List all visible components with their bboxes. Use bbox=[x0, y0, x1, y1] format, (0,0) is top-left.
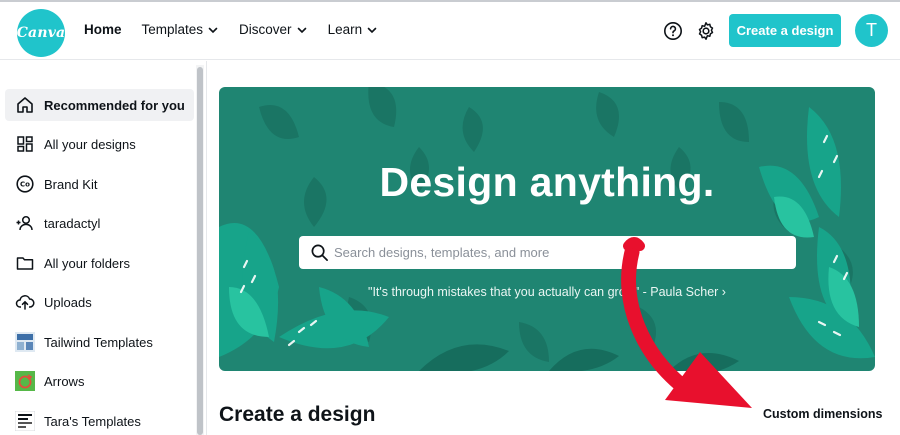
canva-logo[interactable]: Canva bbox=[17, 9, 65, 57]
nav-learn-label: Learn bbox=[327, 22, 363, 37]
nav-templates-label: Templates bbox=[141, 22, 204, 37]
nav-discover[interactable]: Discover bbox=[239, 22, 308, 37]
hero-quote-link[interactable]: "It's through mistakes that you actually… bbox=[219, 285, 875, 299]
logo-text: Canva bbox=[16, 25, 66, 41]
search-icon bbox=[311, 244, 328, 261]
sidebar-item-all-designs[interactable]: All your designs bbox=[5, 128, 194, 160]
templates-thumbnail bbox=[15, 411, 35, 431]
leaf-pattern-background bbox=[219, 87, 875, 371]
svg-text:Co: Co bbox=[20, 181, 30, 189]
chevron-down-icon bbox=[208, 27, 218, 33]
home-icon bbox=[17, 97, 33, 113]
folder-icon bbox=[16, 257, 34, 270]
sidebar-item-label: Recommended for you bbox=[44, 97, 185, 113]
sidebar-item-tailwind-templates[interactable]: Tailwind Templates bbox=[5, 326, 194, 358]
sidebar-item-label: Brand Kit bbox=[44, 176, 98, 192]
grid-icon bbox=[17, 136, 33, 152]
sidebar-item-uploads[interactable]: Uploads bbox=[5, 286, 194, 318]
sidebar-item-label: Tailwind Templates bbox=[44, 334, 153, 350]
sidebar-item-label: All your designs bbox=[44, 136, 136, 152]
tailwind-thumbnail bbox=[15, 332, 35, 352]
sidebar-item-recommended[interactable]: Recommended for you bbox=[5, 89, 194, 121]
brand-kit-icon: Co bbox=[16, 175, 34, 193]
hero-title: Design anything. bbox=[379, 159, 715, 205]
chevron-down-icon bbox=[297, 27, 306, 33]
hero-banner: Design anything. "It's through mistakes … bbox=[219, 87, 875, 371]
create-design-button[interactable]: Create a design bbox=[729, 14, 841, 47]
sidebar-scrollbar-thumb[interactable] bbox=[197, 67, 203, 435]
sidebar: Recommended for you All your designs Co … bbox=[0, 61, 207, 435]
gear-icon[interactable] bbox=[696, 21, 716, 41]
create-design-heading: Create a design bbox=[219, 403, 376, 426]
search-input[interactable] bbox=[334, 236, 784, 269]
help-circle-icon[interactable] bbox=[663, 21, 683, 41]
nav-learn[interactable]: Learn bbox=[328, 22, 379, 37]
sidebar-item-brand-kit[interactable]: Co Brand Kit bbox=[5, 168, 194, 200]
team-icon bbox=[16, 215, 33, 231]
nav-templates[interactable]: Templates bbox=[142, 22, 220, 37]
upload-icon bbox=[15, 295, 35, 310]
sidebar-item-team[interactable]: taradactyl bbox=[5, 207, 194, 239]
sidebar-item-label: All your folders bbox=[44, 255, 130, 271]
sidebar-item-folders[interactable]: All your folders bbox=[5, 247, 194, 279]
sidebar-item-label: Uploads bbox=[44, 294, 92, 310]
search-bar[interactable] bbox=[299, 236, 796, 269]
sidebar-item-arrows[interactable]: Arrows bbox=[5, 365, 194, 397]
avatar[interactable]: T bbox=[855, 14, 888, 47]
sidebar-item-label: Tara's Templates bbox=[44, 413, 141, 429]
main-nav: Home Templates Discover Learn bbox=[84, 22, 378, 37]
sidebar-item-label: Arrows bbox=[44, 373, 85, 389]
nav-home[interactable]: Home bbox=[84, 22, 122, 37]
arrows-thumbnail bbox=[15, 371, 35, 391]
sidebar-item-taras-templates[interactable]: Tara's Templates bbox=[5, 405, 194, 435]
sidebar-item-label: taradactyl bbox=[44, 215, 101, 231]
nav-home-label: Home bbox=[84, 22, 122, 37]
nav-discover-label: Discover bbox=[239, 22, 292, 37]
custom-dimensions-button[interactable]: Custom dimensions bbox=[763, 407, 882, 421]
top-header: Canva Home Templates Discover Learn Crea… bbox=[0, 2, 900, 60]
chevron-down-icon bbox=[367, 27, 377, 33]
